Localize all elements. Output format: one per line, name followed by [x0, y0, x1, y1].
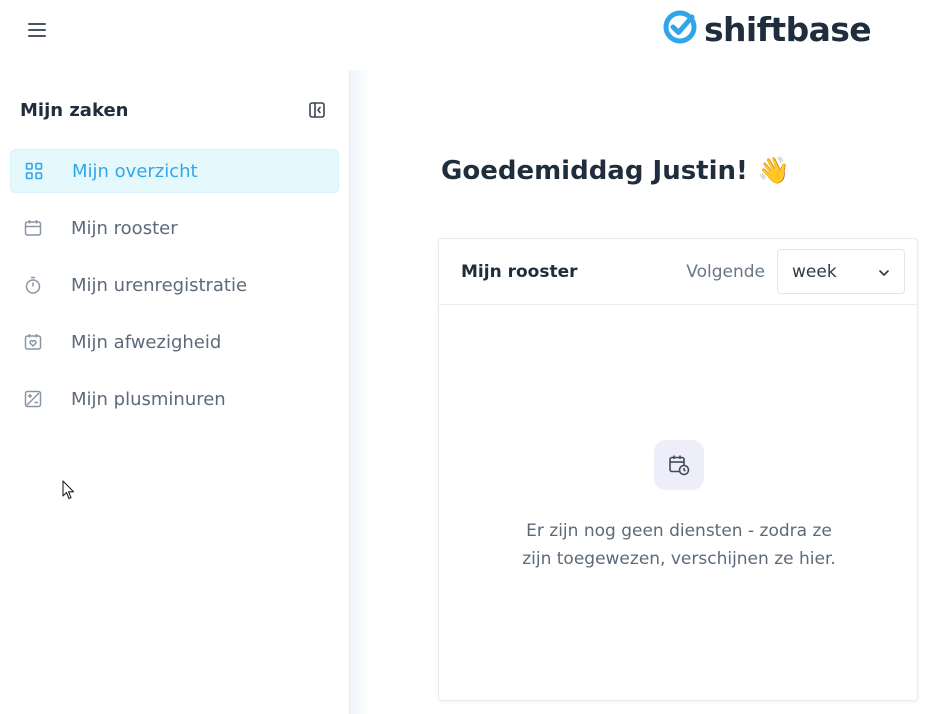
calendar-icon — [23, 218, 43, 238]
schedule-card-header: Mijn rooster Volgende week — [439, 239, 917, 305]
schedule-card: Mijn rooster Volgende week Er zijn nog g… — [438, 238, 918, 701]
sidebar-item-label: Mijn afwezigheid — [71, 331, 222, 353]
chevron-down-icon — [878, 262, 890, 282]
sidebar-item-label: Mijn rooster — [71, 217, 178, 239]
brand-name: shiftbase — [704, 9, 872, 49]
waving-hand-icon: 👋 — [757, 156, 791, 186]
sidebar-shadow — [350, 70, 370, 714]
brand-logo[interactable]: shiftbase — [662, 8, 872, 50]
sidebar-item-label: Mijn overzicht — [72, 160, 198, 182]
page-title: Goedemiddag Justin! 👋 — [441, 156, 790, 186]
empty-state-line-2: zijn toegewezen, verschijnen ze hier. — [522, 549, 836, 569]
calendar-clock-icon — [654, 440, 704, 490]
calendar-heart-icon — [23, 332, 43, 352]
sidebar-item-label: Mijn plusminuren — [71, 388, 226, 410]
schedule-card-title: Mijn rooster — [461, 261, 578, 282]
shiftbase-check-icon — [662, 9, 698, 49]
sidebar-item-mijn-rooster[interactable]: Mijn rooster — [10, 206, 339, 250]
top-bar: shiftbase — [0, 0, 934, 60]
plus-minus-icon — [23, 389, 43, 409]
range-label: Volgende — [686, 261, 765, 282]
range-select[interactable]: week — [777, 249, 905, 294]
sidebar-item-mijn-plusminuren[interactable]: Mijn plusminuren — [10, 377, 339, 421]
sidebar-header: Mijn zaken — [20, 97, 326, 123]
collapse-sidebar-icon[interactable] — [308, 101, 326, 119]
sidebar-nav: Mijn overzicht Mijn rooster Mijn urenreg… — [10, 149, 339, 434]
greeting-text: Goedemiddag Justin! — [441, 156, 748, 186]
sidebar-item-mijn-overzicht[interactable]: Mijn overzicht — [10, 149, 339, 193]
sidebar: Mijn zaken Mijn overzicht Mijn rooster M… — [0, 70, 350, 714]
sidebar-item-mijn-afwezigheid[interactable]: Mijn afwezigheid — [10, 320, 339, 364]
empty-state-message: Er zijn nog geen diensten - zodra ze zij… — [479, 517, 879, 573]
sidebar-item-mijn-urenregistratie[interactable]: Mijn urenregistratie — [10, 263, 339, 307]
empty-state-line-1: Er zijn nog geen diensten - zodra ze — [526, 521, 832, 541]
grid-icon — [24, 161, 44, 181]
mouse-cursor-icon — [62, 480, 76, 504]
stopwatch-icon — [23, 275, 43, 295]
range-select-value: week — [792, 261, 837, 282]
sidebar-item-label: Mijn urenregistratie — [71, 274, 248, 296]
sidebar-title: Mijn zaken — [20, 99, 129, 121]
hamburger-menu-icon[interactable] — [26, 20, 48, 40]
